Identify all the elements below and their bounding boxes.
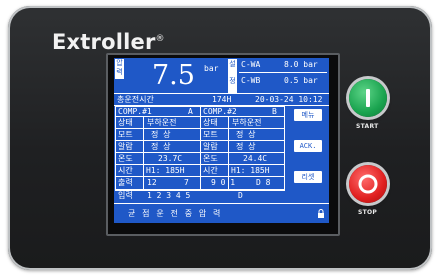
row-label: 모트 xyxy=(203,130,218,139)
stop-icon xyxy=(358,174,378,194)
setpoint-wb-label: C-WB xyxy=(241,76,261,85)
date-time: 20-03-24 10:12 xyxy=(255,95,323,104)
menu-softkey[interactable]: 메뉴 xyxy=(294,109,322,121)
output-label: 출력 xyxy=(118,178,133,187)
output-value: D 8 xyxy=(256,178,271,187)
row-value: 부하운전 xyxy=(147,118,177,127)
comp1-unit: A xyxy=(188,107,193,116)
row-label: 알람 xyxy=(203,142,218,151)
row-label: 시간 xyxy=(203,166,218,175)
output-value: 12 xyxy=(147,178,157,187)
row-value: H1: 185H xyxy=(146,166,185,175)
row-label: 모트 xyxy=(118,130,133,139)
status-line: 균 점 운 전 중 압 력 xyxy=(128,209,222,218)
stop-button[interactable] xyxy=(349,165,387,203)
row-label: 온도 xyxy=(118,154,133,163)
output-value: 9 0 1 xyxy=(211,178,236,187)
row-value: 정 상 xyxy=(151,142,171,151)
row-label: 상태 xyxy=(118,118,133,127)
start-button[interactable] xyxy=(349,79,387,117)
input-extra: D xyxy=(238,191,243,200)
setpoint-wb-value: 0.5 bar xyxy=(284,76,318,85)
setpoint-side-tag: 설정 xyxy=(228,59,237,94)
pressure-value: 7.5 xyxy=(152,60,195,91)
start-label: START xyxy=(356,123,379,130)
start-icon xyxy=(366,89,370,107)
input-label: 입력 xyxy=(118,191,133,200)
row-label: 시간 xyxy=(118,166,133,175)
reset-softkey[interactable]: 리셋 xyxy=(294,171,322,183)
row-value: 정 상 xyxy=(151,130,171,139)
row-label: 상태 xyxy=(203,118,218,127)
row-label: 알람 xyxy=(118,142,133,151)
row-value: 부하운전 xyxy=(232,118,262,127)
row-value: 정 상 xyxy=(236,142,256,151)
lcd-screen: 압력 7.5 bar 설정 C-WA 8.0 bar C-WB 0.5 bar … xyxy=(114,58,329,223)
row-value: 24.4C xyxy=(243,154,268,163)
row-value: 정 상 xyxy=(236,130,256,139)
brand-logo: Extroller® xyxy=(52,30,165,54)
row-label: 온도 xyxy=(203,154,218,163)
row-value: H1: 185H xyxy=(231,166,270,175)
total-time-label: 총운전시간 xyxy=(117,95,154,104)
stop-label: STOP xyxy=(358,209,378,216)
comp1-label: COMP.#1 xyxy=(118,107,152,116)
input-values: 1 2 3 4 5 xyxy=(147,191,191,200)
ack-softkey[interactable]: ACK. xyxy=(294,140,322,152)
setpoint-wa-label: C-WA xyxy=(241,60,261,69)
comp2-unit: B xyxy=(272,107,277,116)
pressure-unit: bar xyxy=(204,64,219,73)
lock-icon xyxy=(318,209,324,218)
comp2-label: COMP.#2 xyxy=(203,107,237,116)
row-value: 23.7C xyxy=(158,154,183,163)
pressure-side-tag: 압력 xyxy=(115,59,124,79)
setpoint-wa-value: 8.0 bar xyxy=(284,60,318,69)
output-value: 7 xyxy=(184,178,189,187)
total-time-value: 174H xyxy=(212,95,232,104)
